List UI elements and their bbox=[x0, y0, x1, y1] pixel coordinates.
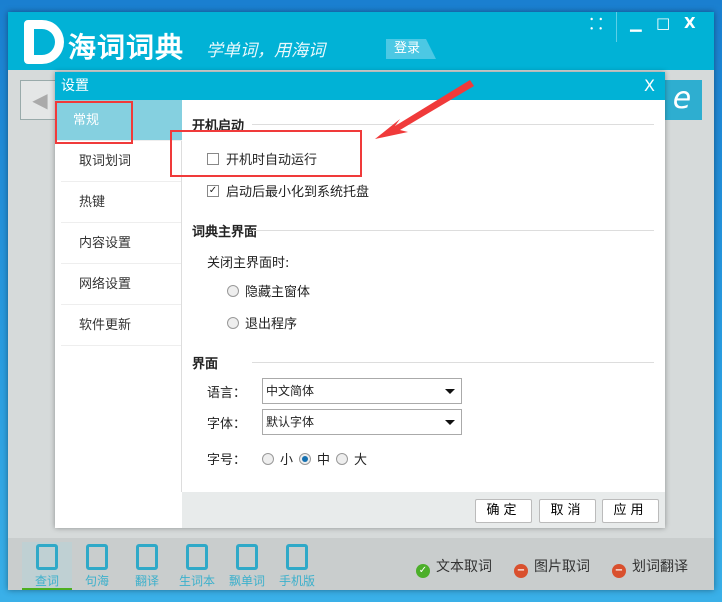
arrow-annotation bbox=[375, 80, 474, 139]
red-arrow-icon bbox=[375, 80, 474, 139]
